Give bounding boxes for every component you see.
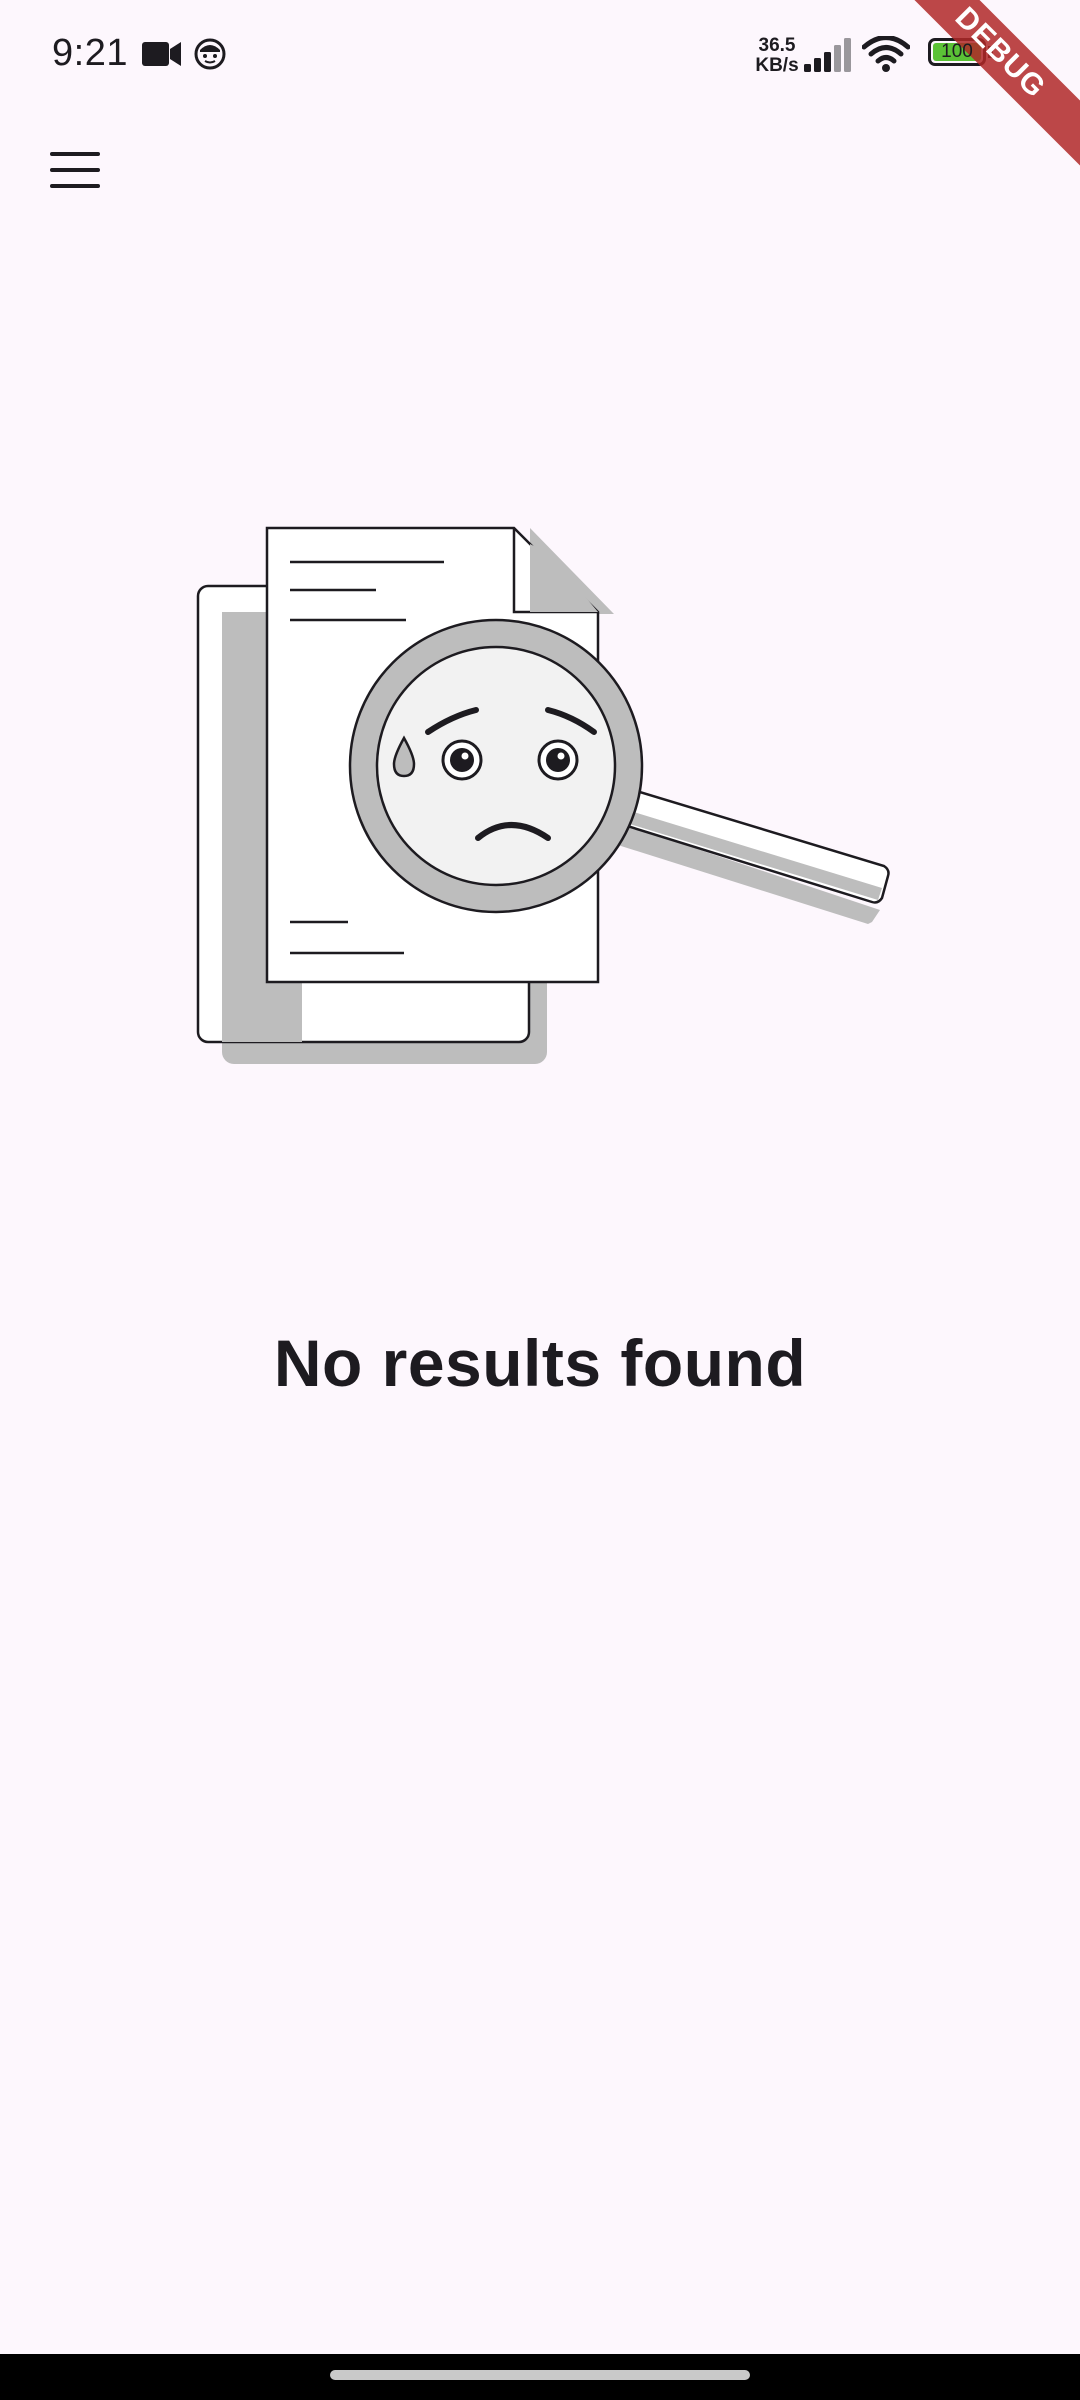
home-gesture-handle[interactable]: [330, 2370, 750, 2380]
menu-button[interactable]: [36, 130, 116, 210]
network-speed-value: 36.5: [758, 35, 796, 56]
hamburger-menu-icon: [50, 152, 100, 188]
screen: 9:21 36.5 KB/s 100 DEBUG No results foun…: [0, 0, 1080, 2400]
system-navigation-bar: [0, 2354, 1080, 2400]
sad-magnifier-document-icon: [196, 526, 890, 1064]
network-speed: 36.5 KB/s: [754, 36, 800, 76]
video-camera-icon: [142, 42, 181, 66]
empty-state-message: No results found: [273, 1326, 807, 1400]
battery-level: 100: [941, 41, 973, 62]
debug-banner-label: DEBUG: [910, 0, 1080, 170]
status-time: 9:21: [52, 32, 128, 74]
wifi-icon: [862, 36, 910, 72]
signal-icon: [804, 38, 851, 72]
battery-icon: 100: [928, 38, 986, 66]
debug-banner: DEBUG: [910, 0, 1080, 170]
face-icon: [194, 38, 226, 70]
network-speed-unit: KB/s: [755, 55, 799, 76]
